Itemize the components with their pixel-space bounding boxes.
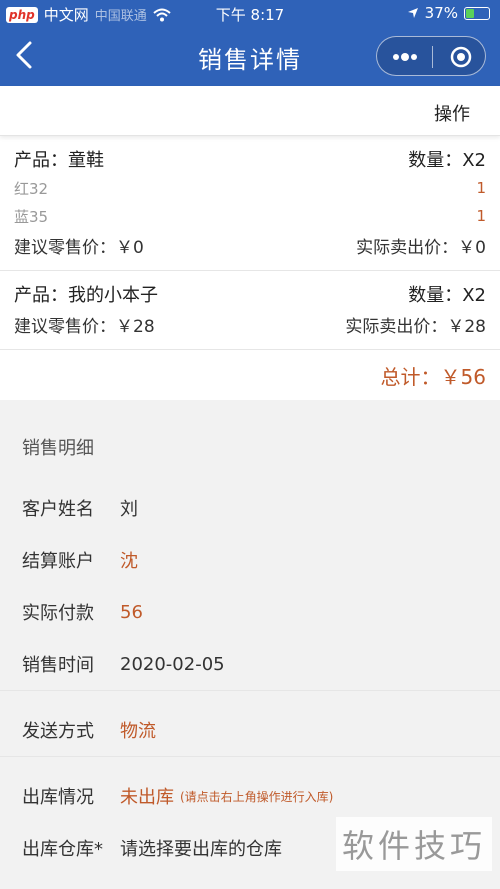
battery-icon <box>464 6 490 20</box>
suggested-price: 建议零售价：￥28 <box>14 316 155 337</box>
total-row: 总计：￥56 <box>0 350 500 400</box>
stock-status-value: 未出库 <box>120 787 174 808</box>
variant-name: 红32 <box>14 179 49 198</box>
paid-label: 实际付款 <box>22 603 94 624</box>
total-amount: 总计：￥56 <box>380 364 486 389</box>
product-name: 产品：我的小本子 <box>14 285 158 306</box>
nav-bar: 销售详情 <box>0 28 500 86</box>
variant-name: 蓝35 <box>14 207 49 226</box>
customer-name-row: 客户姓名 刘 <box>0 482 500 534</box>
product-item: 产品：我的小本子 数量：X2 建议零售价：￥28 实际卖出价：￥28 <box>0 271 500 350</box>
location-icon <box>407 8 418 18</box>
shipping-row[interactable]: 发送方式 物流 <box>0 704 500 756</box>
actual-price: 实际卖出价：￥28 <box>345 316 486 337</box>
product-quantity: 数量：X2 <box>408 150 486 171</box>
close-target-icon[interactable] <box>449 45 473 69</box>
sales-detail-title: 销售明细 <box>0 400 500 482</box>
customer-name-value: 刘 <box>120 499 138 520</box>
variant-row: 蓝35 1 <box>14 202 486 230</box>
miniprogram-capsule <box>376 36 486 76</box>
warehouse-label: 出库仓库* <box>22 839 103 860</box>
variant-row: 红32 1 <box>14 174 486 202</box>
actual-price: 实际卖出价：￥0 <box>356 237 486 258</box>
stock-status-row: 出库情况 未出库 (请点击右上角操作进行入库) <box>0 770 500 822</box>
paid-row: 实际付款 56 <box>0 586 500 638</box>
top-bar: php 中文网 中国联通 下午 8:17 37% 销售详情 <box>0 0 500 86</box>
account-value: 沈 <box>120 551 138 572</box>
shipping-label: 发送方式 <box>22 721 94 742</box>
stock-status-label: 出库情况 <box>22 787 94 808</box>
customer-name-label: 客户姓名 <box>22 499 94 520</box>
product-header: 产品：童鞋 数量：X2 <box>14 144 486 174</box>
battery-percent: 37% <box>424 4 458 22</box>
battery-fill <box>466 8 474 18</box>
product-name: 产品：童鞋 <box>14 150 104 171</box>
account-row: 结算账户 沈 <box>0 534 500 586</box>
variant-qty: 1 <box>476 179 486 197</box>
product-quantity: 数量：X2 <box>408 285 486 306</box>
status-right: 37% <box>407 4 490 22</box>
price-row: 建议零售价：￥0 实际卖出价：￥0 <box>14 230 486 260</box>
warehouse-select[interactable]: 请选择要出库的仓库 <box>120 835 282 861</box>
sales-detail: 客户姓名 刘 结算账户 沈 实际付款 56 销售时间 2020-02-05 发送… <box>0 482 500 874</box>
variant-qty: 1 <box>476 207 486 225</box>
watermark: 软件技巧 <box>335 817 492 871</box>
sale-time-label: 销售时间 <box>22 655 94 676</box>
account-label: 结算账户 <box>22 551 94 572</box>
product-list: 产品：童鞋 数量：X2 红32 1 蓝35 1 建议零售价：￥0 实际卖出价：￥… <box>0 136 500 400</box>
divider <box>0 690 500 704</box>
price-row: 建议零售价：￥28 实际卖出价：￥28 <box>14 309 486 339</box>
sale-time-row: 销售时间 2020-02-05 <box>0 638 500 690</box>
divider <box>0 756 500 770</box>
status-bar: php 中文网 中国联通 下午 8:17 37% <box>0 0 500 28</box>
product-header: 产品：我的小本子 数量：X2 <box>14 279 486 309</box>
capsule-divider <box>432 46 433 68</box>
stock-hint: (请点击右上角操作进行入库) <box>180 789 334 804</box>
paid-value: 56 <box>120 601 143 623</box>
shipping-value: 物流 <box>120 721 156 742</box>
action-bar: 操作 <box>0 86 500 136</box>
operation-button[interactable]: 操作 <box>434 100 470 126</box>
sale-time-value: 2020-02-05 <box>120 653 225 675</box>
suggested-price: 建议零售价：￥0 <box>14 237 144 258</box>
product-item: 产品：童鞋 数量：X2 红32 1 蓝35 1 建议零售价：￥0 实际卖出价：￥… <box>0 136 500 271</box>
more-icon[interactable] <box>389 45 421 69</box>
